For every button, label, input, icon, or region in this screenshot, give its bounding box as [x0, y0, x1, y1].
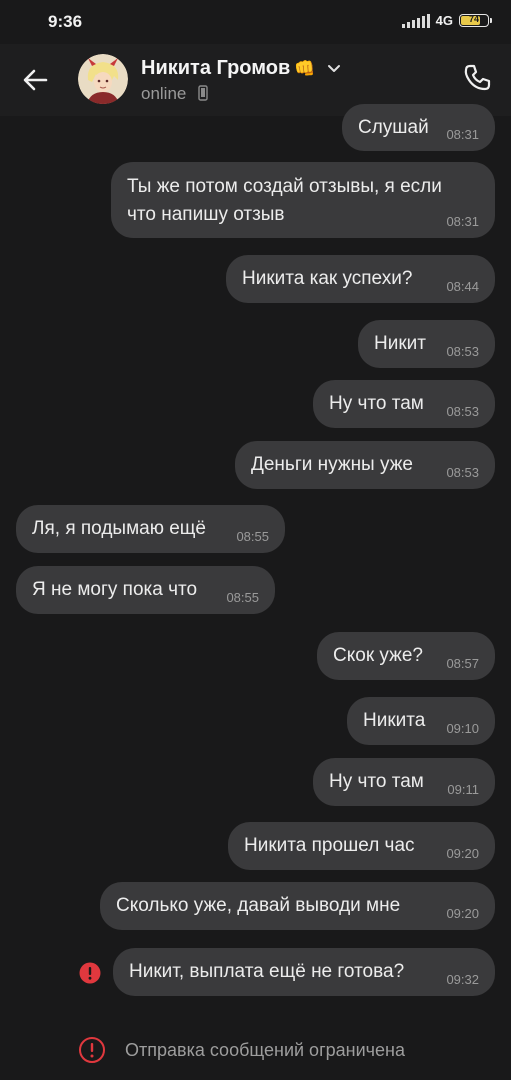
message-time: 08:44: [446, 279, 479, 294]
message-text: Я не могу пока что: [32, 579, 198, 600]
battery-level: 74: [468, 14, 479, 24]
message-time: 08:55: [236, 529, 269, 544]
message-time: 09:32: [446, 972, 479, 987]
message-text: Никит: [374, 333, 426, 354]
status-icons: 4G 74: [401, 13, 492, 28]
message-time: 08:57: [446, 656, 479, 671]
restricted-text: Отправка сообщений ограничена: [125, 1040, 405, 1060]
chevron-down-icon[interactable]: [326, 62, 342, 76]
alert-circle-icon[interactable]: [79, 962, 101, 984]
message-time: 08:31: [446, 127, 479, 142]
contact-status: online: [141, 84, 187, 103]
contact-name-text: Никита Громов: [141, 57, 291, 79]
message-text: Сколько уже, давай выводи мне: [116, 895, 401, 916]
message-bubble[interactable]: Ну что там 09:11: [313, 758, 495, 806]
message-time: 09:11: [447, 782, 479, 797]
message-bubble[interactable]: Никита как успехи? 08:44: [226, 255, 495, 303]
mobile-device-icon: [198, 85, 208, 101]
message-bubble[interactable]: Ну что там 08:53: [313, 380, 495, 428]
message-bubble[interactable]: Никита 09:10: [347, 697, 495, 745]
messaging-restricted-notice: Отправка сообщений ограничена: [0, 1030, 511, 1070]
status-time: 9:36: [48, 12, 83, 31]
message-time: 09:20: [446, 846, 479, 861]
message-text: Ты же потом создай отзывы, я если что на…: [127, 176, 442, 225]
message-text: Никита прошел час: [244, 835, 415, 856]
fist-emoji: 👊: [294, 59, 316, 78]
message-bubble[interactable]: Скок уже? 08:57: [317, 632, 495, 680]
message-bubble[interactable]: Я не могу пока что 08:55: [16, 566, 275, 614]
message-time: 08:53: [446, 404, 479, 419]
message-text: Ля, я подымаю ещё: [32, 518, 206, 539]
alert-circle-outline-icon: [79, 1037, 105, 1063]
message-text: Ну что там: [329, 393, 424, 414]
message-bubble[interactable]: Слушай 08:31: [342, 104, 495, 151]
message-bubble[interactable]: Никита прошел час 09:20: [228, 822, 495, 870]
network-type: 4G: [435, 13, 453, 28]
message-bubble[interactable]: Ля, я подымаю ещё 08:55: [16, 505, 285, 553]
message-text: Ну что там: [329, 771, 424, 792]
message-time: 08:53: [446, 344, 479, 359]
message-time: 08:55: [226, 590, 259, 605]
message-text: Слушай: [358, 117, 429, 138]
message-time: 09:20: [446, 906, 479, 921]
message-bubble[interactable]: Сколько уже, давай выводи мне 09:20: [100, 882, 495, 930]
message-bubble[interactable]: Никит 08:53: [358, 320, 495, 368]
arrow-left-icon[interactable]: [18, 62, 54, 98]
message-text: Деньги нужны уже: [251, 454, 413, 475]
phone-icon[interactable]: [461, 62, 493, 94]
message-time: 09:10: [446, 721, 479, 736]
status-bar: 9:36 4G 74: [0, 0, 511, 44]
message-text: Никит, выплата ещё не готова?: [129, 961, 405, 982]
chat-screen: 9:36 4G 74 Никита Громов 👊 online Слушай…: [0, 0, 511, 1080]
message-bubble[interactable]: Ты же потом создай отзывы, я если что на…: [111, 162, 495, 238]
message-bubble-failed[interactable]: Никит, выплата ещё не готова? 09:32: [113, 948, 495, 996]
message-text: Скок уже?: [333, 645, 423, 666]
message-text: Никита: [363, 710, 426, 731]
avatar[interactable]: [78, 54, 128, 104]
battery-icon: 74: [459, 14, 492, 27]
contact-name[interactable]: Никита Громов 👊: [141, 57, 315, 80]
message-time: 08:53: [446, 465, 479, 480]
signal-icon: [401, 13, 430, 28]
message-text: Никита как успехи?: [242, 268, 413, 289]
message-bubble[interactable]: Деньги нужны уже 08:53: [235, 441, 495, 489]
message-time: 08:31: [446, 214, 479, 229]
